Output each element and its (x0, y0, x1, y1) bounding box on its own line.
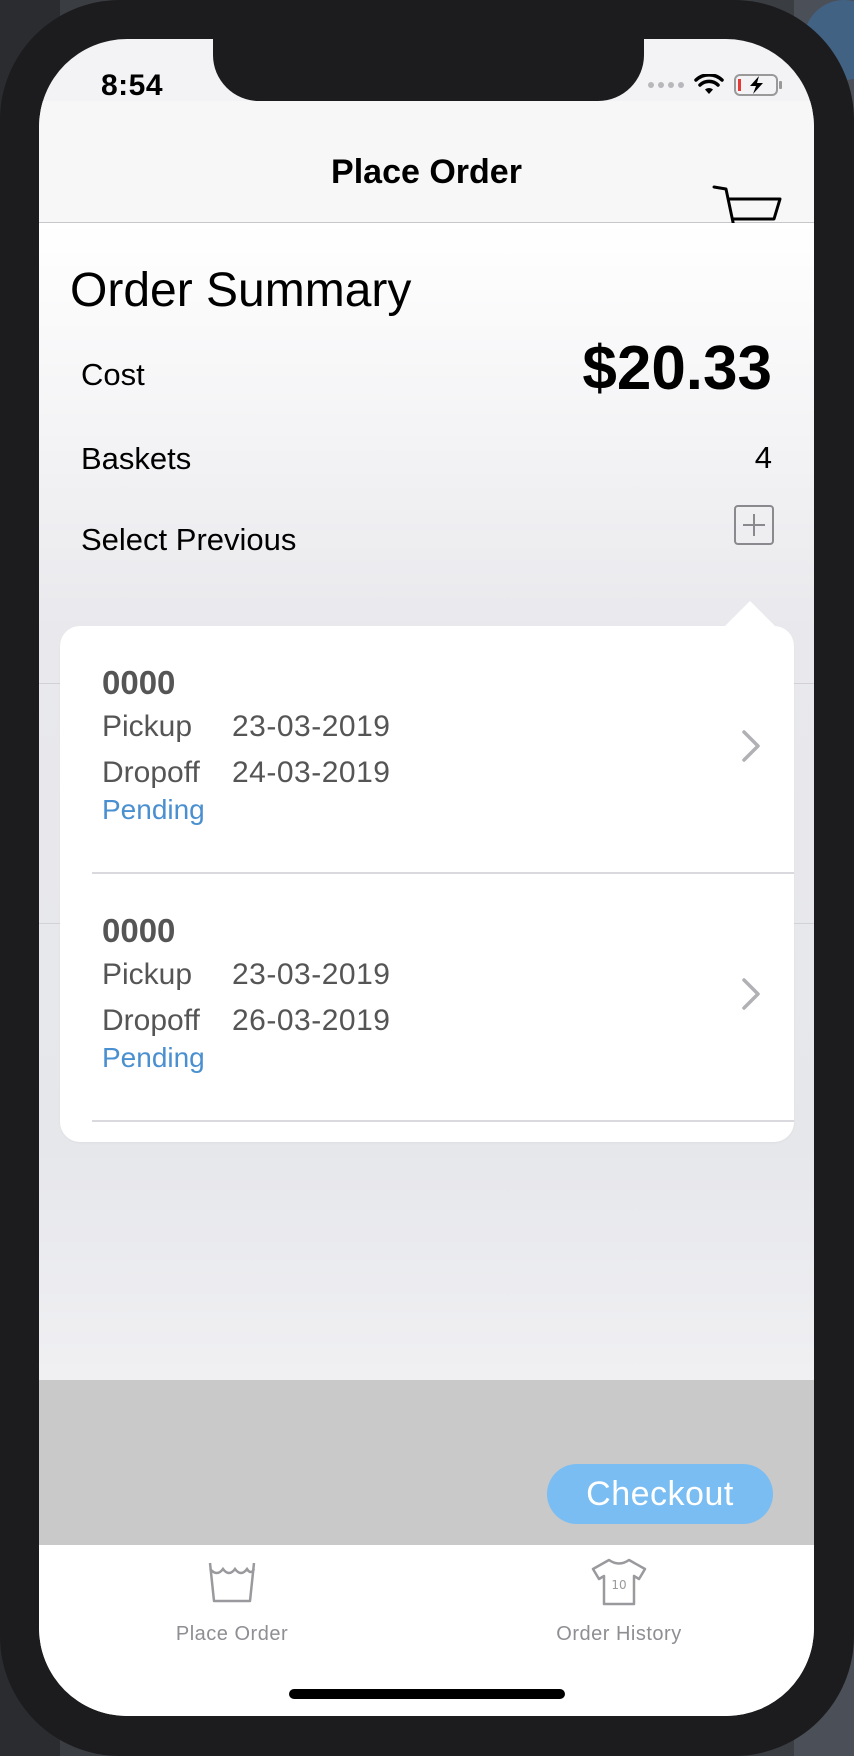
order-id: 0000 (102, 912, 176, 949)
page-title: Place Order (331, 153, 522, 191)
basket-icon (208, 1562, 256, 1603)
pickup-label: Pickup (102, 710, 193, 743)
dropoff-label: Dropoff (102, 756, 200, 789)
status-badge: Pending (102, 1042, 205, 1073)
popover-arrow (724, 601, 776, 627)
status-time: 8:54 (101, 69, 164, 102)
dropoff-row: Dropoff 26-03-2019 (102, 1004, 390, 1038)
dropoff-date: 26-03-2019 (232, 1004, 391, 1037)
order-id: 0000 (102, 664, 176, 701)
app-screen: 8:54 Place Order Order Summary Cost $20.… (39, 39, 814, 1716)
previous-orders-popover: 0000 Pickup 23-03-2019 Dropoff 24-03-2019 … (60, 626, 794, 1142)
device-notch (213, 39, 644, 101)
dropoff-date: 24-03-2019 (232, 756, 391, 789)
svg-text:10: 10 (611, 1578, 626, 1592)
tab-order-history[interactable]: 10 Order History (519, 1557, 719, 1646)
dropoff-row: Dropoff 24-03-2019 (102, 756, 390, 790)
checkout-bar: Checkout (39, 1380, 814, 1545)
pickup-label: Pickup (102, 958, 193, 991)
phone-frame: 8:54 Place Order Order Summary Cost $20.… (0, 0, 854, 1756)
pickup-date: 23-03-2019 (232, 958, 391, 991)
tab-place-order[interactable]: Place Order (132, 1557, 332, 1646)
pickup-row: Pickup 23-03-2019 (102, 710, 390, 744)
chevron-right-icon (742, 730, 760, 762)
pickup-row: Pickup 23-03-2019 (102, 958, 390, 992)
select-previous-label: Select Previous (81, 522, 297, 557)
checkout-button[interactable]: Checkout (547, 1464, 773, 1524)
add-icon[interactable] (734, 505, 774, 545)
cost-value: $20.33 (582, 334, 772, 403)
status-badge: Pending (102, 794, 205, 825)
list-item[interactable]: 0000 Pickup 23-03-2019 Dropoff 26-03-2019 … (60, 874, 794, 1122)
dropoff-label: Dropoff (102, 1004, 200, 1037)
jersey-icon: 10 (591, 1558, 647, 1606)
chevron-right-icon (742, 978, 760, 1010)
divider (92, 1120, 794, 1122)
pickup-date: 23-03-2019 (232, 710, 391, 743)
tab-label: Place Order (175, 1623, 289, 1645)
status-icons (648, 73, 784, 97)
list-item[interactable]: 0000 Pickup 23-03-2019 Dropoff 24-03-2019 … (60, 626, 794, 874)
navigation-bar: Place Order (39, 101, 814, 246)
baskets-label: Baskets (81, 441, 192, 476)
baskets-value: 4 (754, 440, 772, 475)
battery-charging-icon (734, 74, 782, 96)
home-indicator (289, 1689, 565, 1699)
section-title: Order Summary (70, 264, 412, 317)
tab-label: Order History (556, 1623, 682, 1645)
cost-label: Cost (81, 357, 145, 392)
signal-dots-icon (648, 82, 684, 88)
wifi-icon (694, 74, 724, 94)
